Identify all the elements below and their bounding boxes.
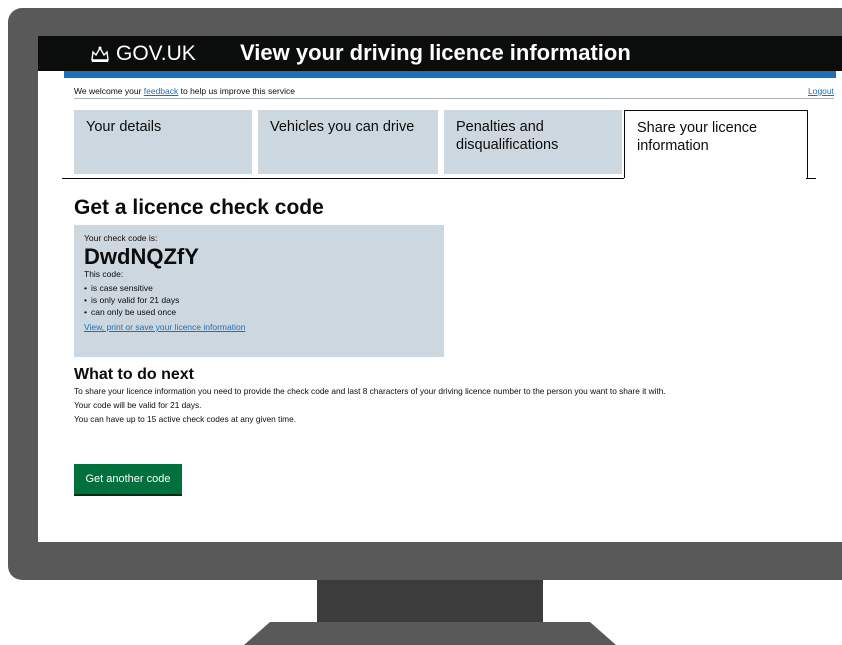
tab-share-licence[interactable]: Share your licence information: [624, 110, 808, 178]
feedback-text-before: We welcome your: [74, 86, 144, 96]
tab-your-details[interactable]: Your details: [74, 110, 252, 174]
list-item: is only valid for 21 days: [84, 294, 434, 306]
tab-penalties[interactable]: Penalties and disqualifications: [444, 110, 622, 174]
monitor-stand-base: [244, 622, 616, 645]
tabs-underline: [62, 178, 624, 179]
monitor-frame: GOV.UK View your driving licence informa…: [8, 8, 842, 580]
tab-list: Your details Vehicles you can drive Pena…: [62, 110, 842, 178]
next-steps-heading: What to do next: [74, 366, 194, 383]
check-code-panel: Your check code is: DwdNQZfY This code: …: [74, 225, 444, 357]
feedback-text-after: to help us improve this service: [178, 86, 295, 96]
screen: GOV.UK View your driving licence informa…: [38, 36, 842, 542]
get-another-code-button[interactable]: Get another code: [74, 464, 182, 494]
page-title: Get a licence check code: [74, 196, 324, 219]
site-header: GOV.UK View your driving licence informa…: [38, 36, 842, 71]
code-rules-list: is case sensitive is only valid for 21 d…: [84, 282, 434, 318]
logout-link[interactable]: Logout: [808, 86, 834, 96]
tabs-underline-right: [806, 178, 816, 179]
tab-vehicles[interactable]: Vehicles you can drive: [258, 110, 438, 174]
list-item: can only be used once: [84, 306, 434, 318]
header-accent-bar: [64, 71, 836, 78]
crown-icon: [91, 46, 109, 62]
next-steps-line-1: To share your licence information you ne…: [74, 386, 666, 396]
check-code-intro: Your check code is:: [84, 233, 158, 243]
feedback-banner: We welcome your feedback to help us impr…: [74, 86, 834, 96]
next-steps-line-2: Your code will be valid for 21 days.: [74, 400, 202, 410]
govuk-logo-link[interactable]: GOV.UK: [90, 42, 196, 66]
monitor-stand-neck: [317, 580, 543, 624]
next-steps-line-3: You can have up to 15 active check codes…: [74, 414, 297, 424]
divider: [74, 98, 834, 99]
service-title: View your driving licence information: [240, 40, 631, 65]
check-code-value: DwdNQZfY: [84, 244, 199, 269]
feedback-link[interactable]: feedback: [144, 86, 179, 96]
brand-text: GOV.UK: [116, 42, 196, 65]
view-licence-link[interactable]: View, print or save your licence informa…: [84, 322, 434, 332]
this-code-label: This code:: [84, 269, 124, 279]
list-item: is case sensitive: [84, 282, 434, 294]
